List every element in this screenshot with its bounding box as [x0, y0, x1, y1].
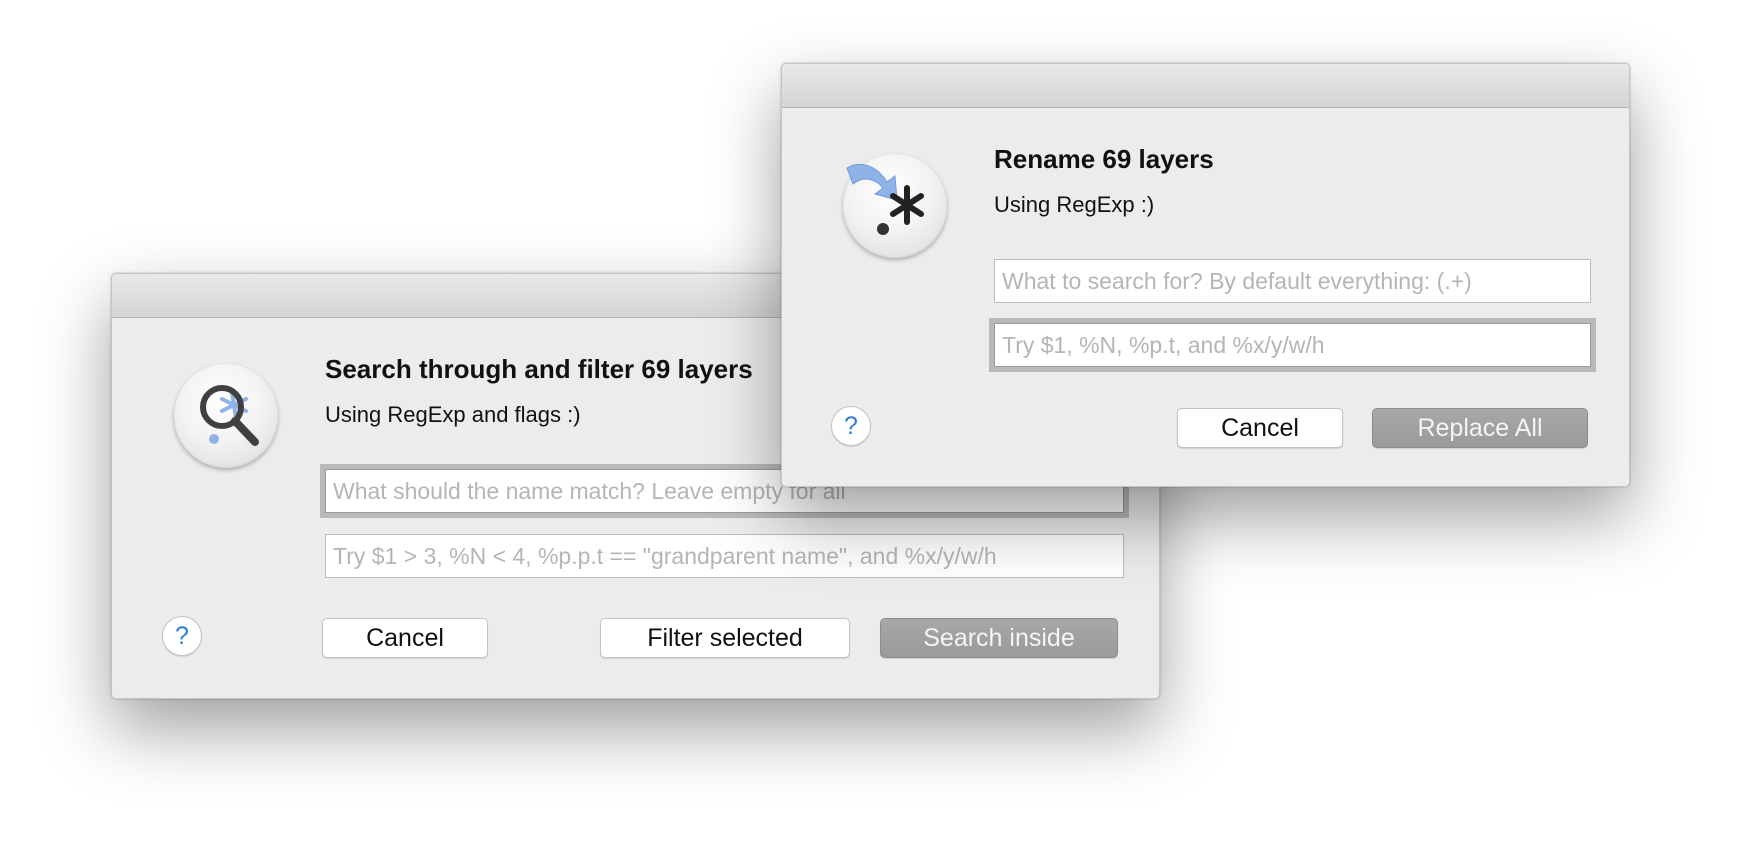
- rename-regexp-icon: [846, 164, 924, 235]
- rename-dialog-cancel-button[interactable]: Cancel: [1177, 408, 1343, 448]
- search-dialog-app-icon: [174, 364, 278, 468]
- filter-condition-input[interactable]: [325, 534, 1124, 578]
- search-for-input[interactable]: [994, 259, 1591, 303]
- replace-with-input[interactable]: [994, 323, 1591, 367]
- rename-dialog-subtitle: Using RegExp :): [994, 192, 1155, 217]
- search-inside-button[interactable]: Search inside: [880, 618, 1118, 658]
- rename-dialog-title: Rename 69 layers: [994, 144, 1214, 174]
- magnifier-regexp-icon: [200, 385, 259, 446]
- screenshot-stage: Search through and filter 69 layers Usin…: [0, 0, 1740, 856]
- rename-dialog-titlebar[interactable]: [782, 64, 1629, 108]
- replace-all-button[interactable]: Replace All: [1372, 408, 1588, 448]
- rename-dialog: Rename 69 layers Using RegExp :) ? Cance…: [781, 63, 1630, 487]
- search-dialog-cancel-button[interactable]: Cancel: [322, 618, 488, 658]
- rename-dialog-app-icon: [843, 154, 947, 258]
- search-dialog-subtitle: Using RegExp and flags :): [325, 402, 581, 427]
- rename-dialog-help-button[interactable]: ?: [831, 406, 871, 446]
- search-dialog-help-button[interactable]: ?: [162, 616, 202, 656]
- search-dialog-title: Search through and filter 69 layers: [325, 354, 753, 384]
- filter-selected-button[interactable]: Filter selected: [600, 618, 850, 658]
